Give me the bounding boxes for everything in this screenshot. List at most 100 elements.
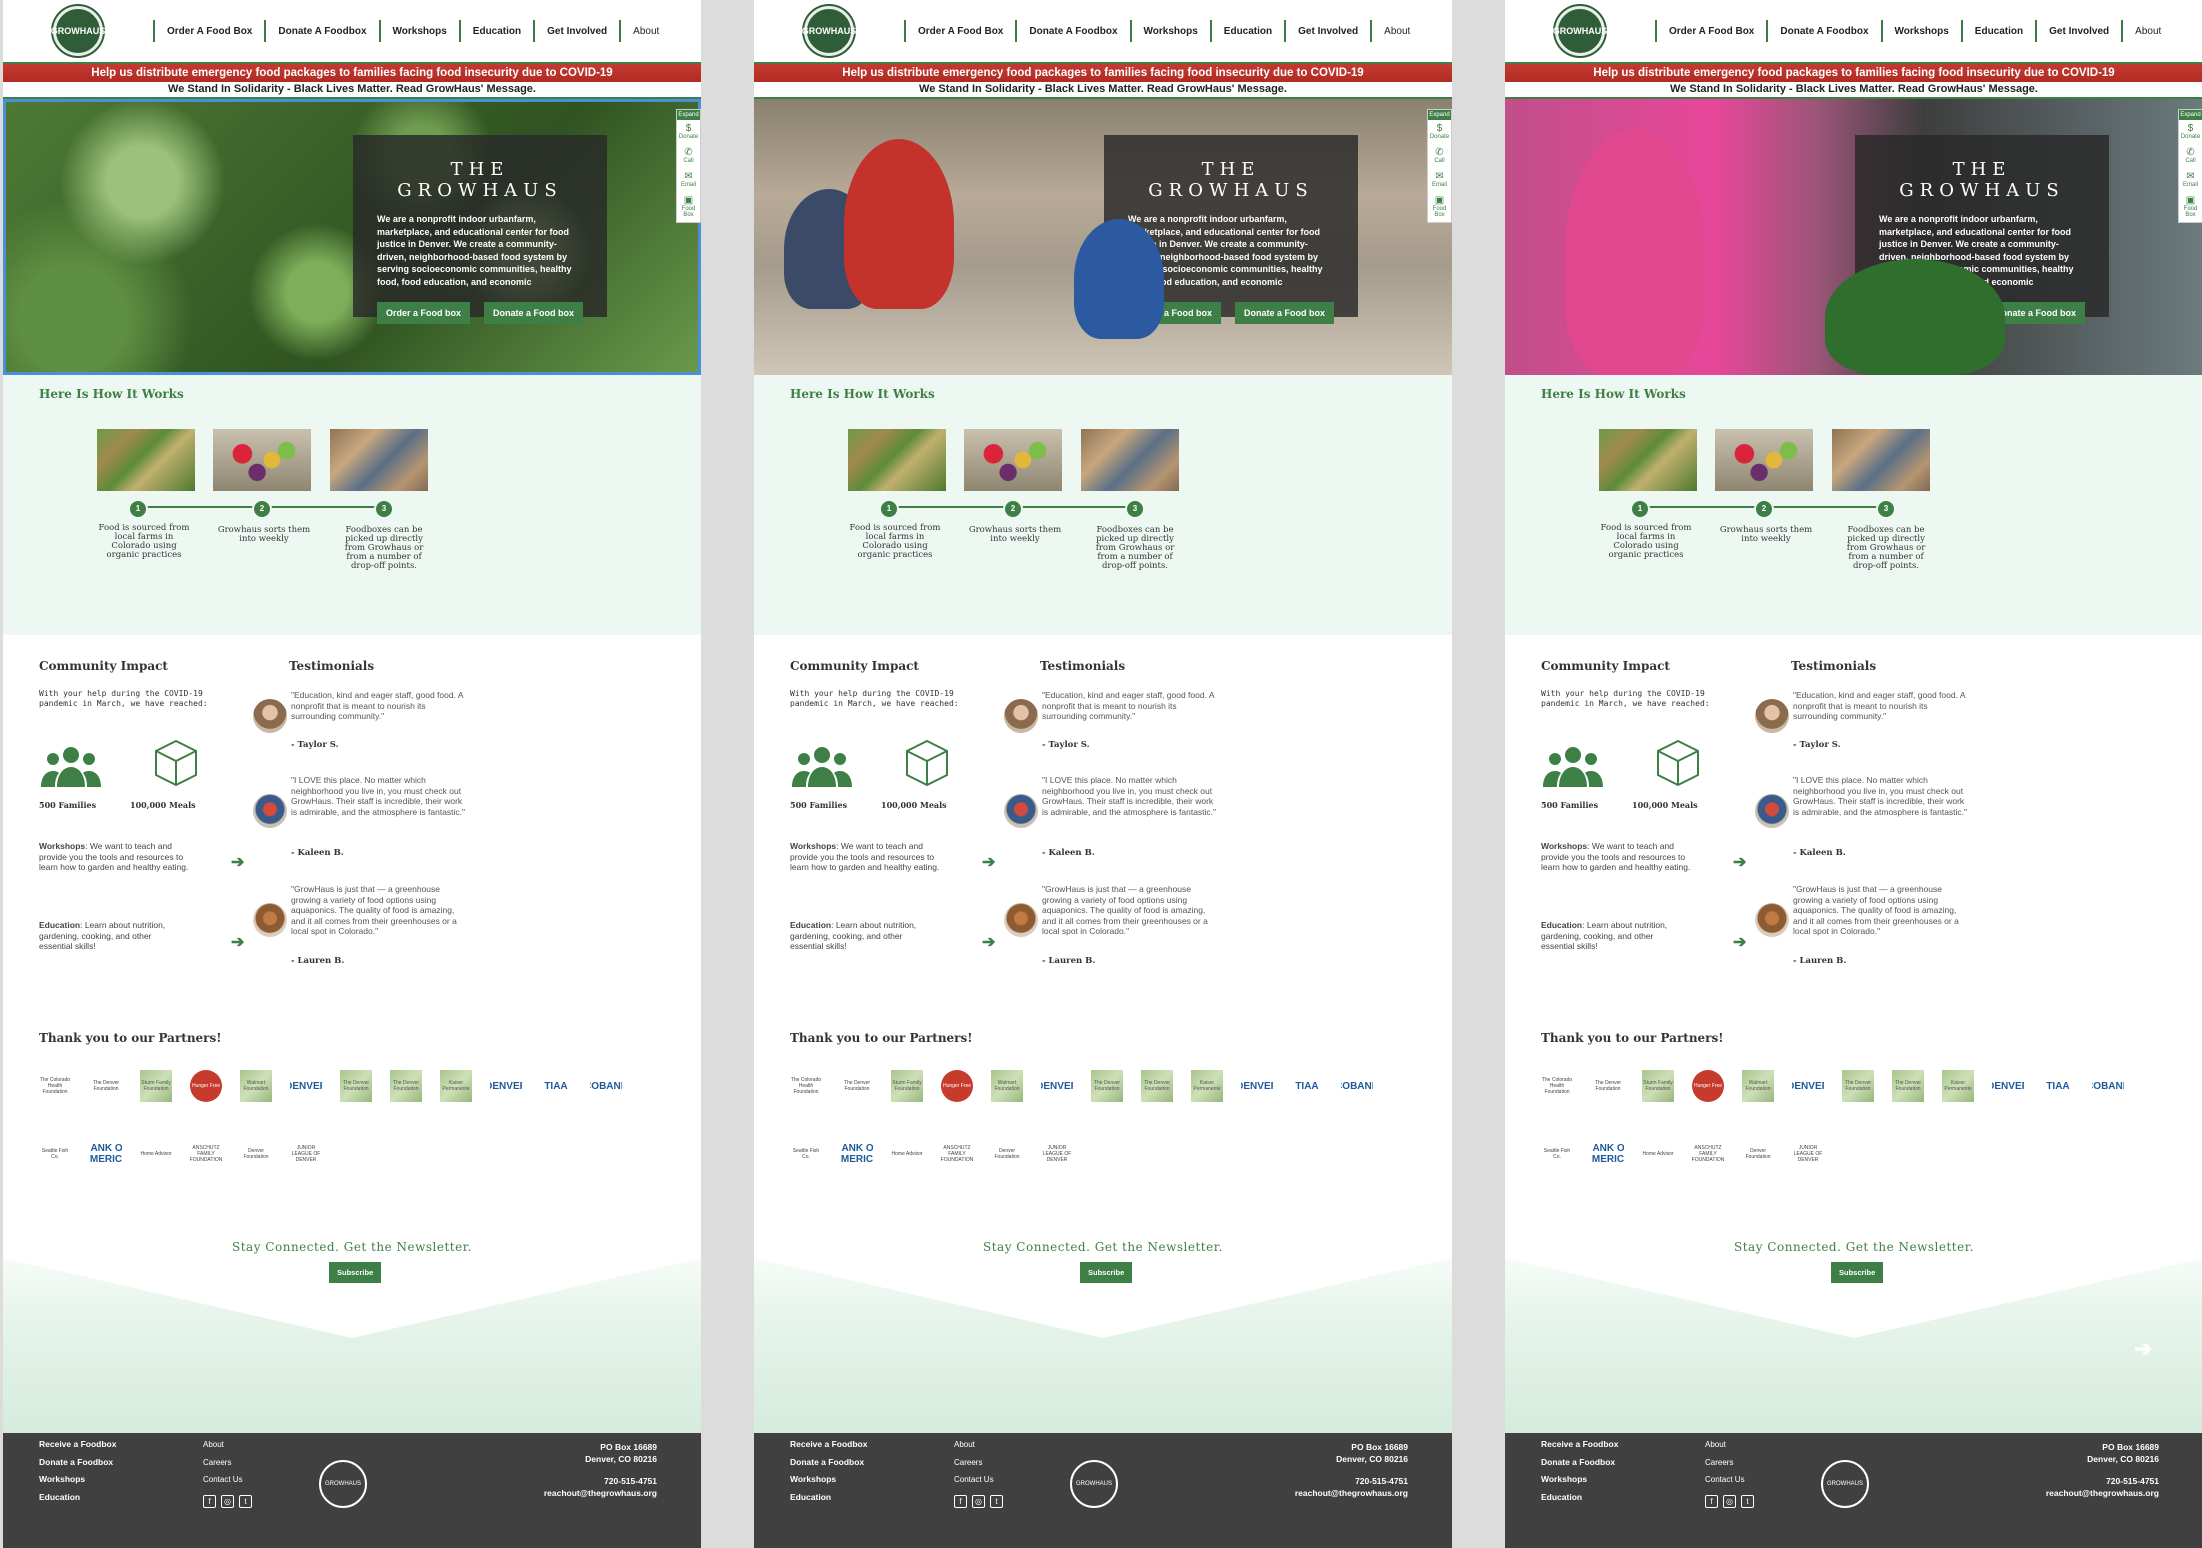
partner-logo[interactable]: Home Advisor (140, 1138, 172, 1170)
partner-logo[interactable]: Seattle Fish Co. (39, 1138, 71, 1170)
footer-careers[interactable]: Careers (954, 1454, 994, 1472)
nav-about[interactable]: About (1370, 20, 1422, 42)
partner-logo[interactable]: The Denver Foundation (390, 1070, 422, 1102)
nav-get-involved[interactable]: Get Involved (533, 20, 619, 42)
expand-button[interactable]: Expand (1428, 110, 1451, 120)
partner-logo[interactable]: The Denver Foundation (841, 1070, 873, 1102)
side-donate[interactable]: $ Donate (2179, 120, 2202, 144)
partner-logo[interactable]: ANSCHUTZ FAMILY FOUNDATION (1692, 1138, 1724, 1170)
partner-logo[interactable]: Sturm Family Foundation (891, 1070, 923, 1102)
partner-logo[interactable]: Hunger Free (1692, 1070, 1724, 1102)
partner-logo[interactable]: The Denver Foundation (1091, 1070, 1123, 1102)
footer-workshops[interactable]: Workshops (39, 1471, 116, 1489)
instagram-icon[interactable]: ◎ (221, 1495, 234, 1508)
partner-logo[interactable]: Walmart Foundation (240, 1070, 272, 1102)
partner-logo[interactable]: The Colorado Health Foundation (39, 1070, 71, 1102)
education-arrow-icon[interactable]: ➔ (982, 932, 995, 952)
partner-logo[interactable]: The Colorado Health Foundation (1541, 1070, 1573, 1102)
nav-order-food-box[interactable]: Order A Food Box (904, 20, 1015, 42)
nav-education[interactable]: Education (1960, 20, 2035, 42)
expand-button[interactable]: Expand (2179, 110, 2202, 120)
nav-donate-foodbox[interactable]: Donate A Foodbox (264, 20, 378, 42)
next-arrow-icon[interactable]: ➔ (2134, 1336, 2152, 1362)
footer-education[interactable]: Education (790, 1489, 867, 1507)
nav-education[interactable]: Education (1209, 20, 1284, 42)
partner-logo[interactable]: DENVER (1792, 1070, 1824, 1102)
solidarity-banner[interactable]: We Stand In Solidarity - Black Lives Mat… (754, 82, 1452, 99)
nav-donate-foodbox[interactable]: Donate A Foodbox (1766, 20, 1880, 42)
partner-logo[interactable]: Home Advisor (1642, 1138, 1674, 1170)
covid-alert-banner[interactable]: Help us distribute emergency food packag… (3, 62, 701, 82)
partner-logo[interactable]: COBANK (590, 1070, 622, 1102)
partner-logo[interactable]: DENVER (1241, 1070, 1273, 1102)
partner-logo[interactable]: Home Advisor (891, 1138, 923, 1170)
partner-logo[interactable]: BANK OF AMERICA (1592, 1138, 1624, 1170)
footer-donate-foodbox[interactable]: Donate a Foodbox (39, 1454, 116, 1472)
footer-contact[interactable]: Contact Us (203, 1471, 243, 1489)
partner-logo[interactable]: TIAA (1291, 1070, 1323, 1102)
partner-logo[interactable]: The Denver Foundation (1892, 1070, 1924, 1102)
side-call[interactable]: ✆ Call (677, 144, 700, 168)
footer-careers[interactable]: Careers (203, 1454, 243, 1472)
footer-logo[interactable]: GROWHAUS (1821, 1460, 1869, 1508)
nav-workshops[interactable]: Workshops (378, 20, 459, 42)
solidarity-banner[interactable]: We Stand In Solidarity - Black Lives Mat… (1505, 82, 2202, 99)
footer-contact[interactable]: Contact Us (954, 1471, 994, 1489)
partner-logo[interactable]: BANK OF AMERICA (90, 1138, 122, 1170)
footer-about[interactable]: About (1705, 1436, 1745, 1454)
partner-logo[interactable]: Walmart Foundation (991, 1070, 1023, 1102)
partner-logo[interactable]: Denver Foundation (991, 1138, 1023, 1170)
side-email[interactable]: ✉ Email (677, 168, 700, 192)
twitter-icon[interactable]: t (1741, 1495, 1754, 1508)
partner-logo[interactable]: Kaiser Permanente (1942, 1070, 1974, 1102)
partner-logo[interactable]: The Denver Foundation (1592, 1070, 1624, 1102)
partner-logo[interactable]: DENVER (490, 1070, 522, 1102)
education-arrow-icon[interactable]: ➔ (1733, 932, 1746, 952)
email-address[interactable]: reachout@thegrowhaus.org (2046, 1487, 2159, 1499)
partner-logo[interactable]: Kaiser Permanente (1191, 1070, 1223, 1102)
footer-education[interactable]: Education (1541, 1489, 1618, 1507)
footer-about[interactable]: About (203, 1436, 243, 1454)
partner-logo[interactable]: The Denver Foundation (90, 1070, 122, 1102)
partner-logo[interactable]: DENVER (1992, 1070, 2024, 1102)
subscribe-button[interactable]: Subscribe (329, 1262, 382, 1283)
partner-logo[interactable]: DENVER (290, 1070, 322, 1102)
footer-logo[interactable]: GROWHAUS (1070, 1460, 1118, 1508)
partner-logo[interactable]: Sturm Family Foundation (140, 1070, 172, 1102)
footer-contact[interactable]: Contact Us (1705, 1471, 1745, 1489)
partner-logo[interactable]: Hunger Free (190, 1070, 222, 1102)
partner-logo[interactable]: Walmart Foundation (1742, 1070, 1774, 1102)
growhaus-logo[interactable]: GROWHAUS (51, 6, 105, 56)
partner-logo[interactable]: COBANK (2092, 1070, 2124, 1102)
footer-receive-foodbox[interactable]: Receive a Foodbox (790, 1436, 867, 1454)
partner-logo[interactable]: Seattle Fish Co. (790, 1138, 822, 1170)
partner-logo[interactable]: TIAA (540, 1070, 572, 1102)
footer-workshops[interactable]: Workshops (1541, 1471, 1618, 1489)
partner-logo[interactable]: ANSCHUTZ FAMILY FOUNDATION (190, 1138, 222, 1170)
partner-logo[interactable]: Kaiser Permanente (440, 1070, 472, 1102)
side-donate[interactable]: $ Donate (1428, 120, 1451, 144)
side-food-box[interactable]: ▣ Food Box (2179, 192, 2202, 222)
side-donate[interactable]: $ Donate (677, 120, 700, 144)
side-email[interactable]: ✉ Email (1428, 168, 1451, 192)
facebook-icon[interactable]: f (203, 1495, 216, 1508)
partner-logo[interactable]: Denver Foundation (1742, 1138, 1774, 1170)
hero-donate-button[interactable]: Donate a Food box (1235, 302, 1334, 324)
footer-receive-foodbox[interactable]: Receive a Foodbox (1541, 1436, 1618, 1454)
subscribe-button[interactable]: Subscribe (1080, 1262, 1133, 1283)
partner-logo[interactable]: Seattle Fish Co. (1541, 1138, 1573, 1170)
nav-order-food-box[interactable]: Order A Food Box (153, 20, 264, 42)
workshops-arrow-icon[interactable]: ➔ (1733, 852, 1746, 872)
subscribe-button[interactable]: Subscribe (1831, 1262, 1884, 1283)
partner-logo[interactable]: Denver Foundation (240, 1138, 272, 1170)
nav-workshops[interactable]: Workshops (1880, 20, 1961, 42)
partner-logo[interactable]: JUNIOR LEAGUE OF DENVER (290, 1138, 322, 1170)
footer-logo[interactable]: GROWHAUS (319, 1460, 367, 1508)
phone-number[interactable]: 720-515-4751 (544, 1475, 657, 1487)
education-arrow-icon[interactable]: ➔ (231, 932, 244, 952)
partner-logo[interactable]: ANSCHUTZ FAMILY FOUNDATION (941, 1138, 973, 1170)
footer-donate-foodbox[interactable]: Donate a Foodbox (1541, 1454, 1618, 1472)
nav-order-food-box[interactable]: Order A Food Box (1655, 20, 1766, 42)
partner-logo[interactable]: JUNIOR LEAGUE OF DENVER (1041, 1138, 1073, 1170)
facebook-icon[interactable]: f (1705, 1495, 1718, 1508)
